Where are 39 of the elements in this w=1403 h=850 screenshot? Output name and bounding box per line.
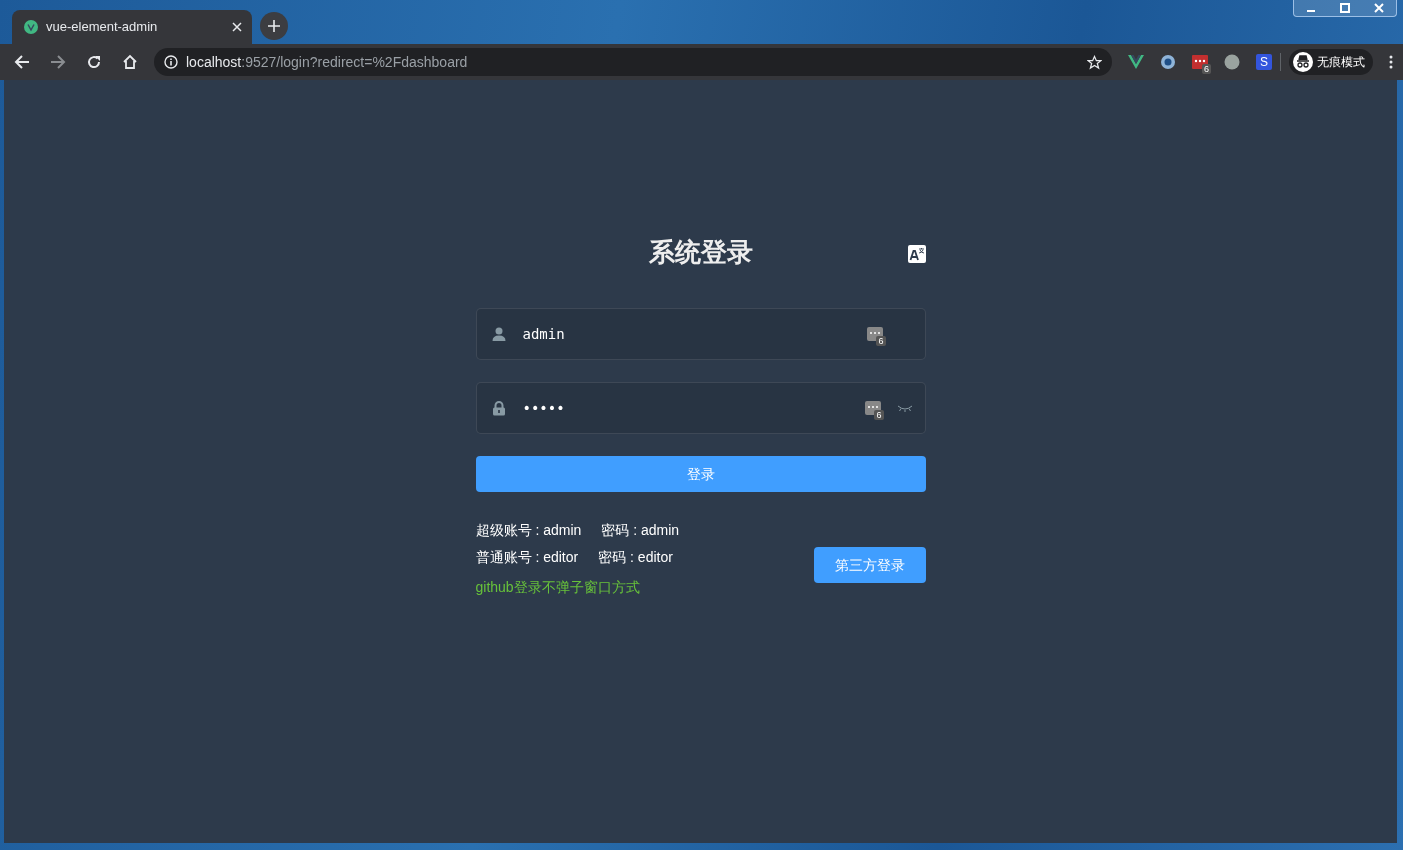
vue-extension-icon[interactable] <box>1128 55 1144 69</box>
home-icon[interactable] <box>122 54 138 70</box>
maximize-icon[interactable] <box>1340 3 1350 13</box>
translate-icon[interactable] <box>907 245 926 263</box>
autofill-badge: 6 <box>874 410 884 421</box>
reload-icon[interactable] <box>86 54 102 70</box>
browser-tab[interactable]: vue-element-admin <box>12 10 252 44</box>
password-hint: 密码 : editor <box>598 548 673 568</box>
circle-extension-icon[interactable] <box>1224 54 1240 70</box>
incognito-icon <box>1293 52 1313 72</box>
login-title: 系统登录 <box>648 237 753 269</box>
tab-title: vue-element-admin <box>46 18 159 37</box>
username-field[interactable]: admin 6 <box>475 308 926 361</box>
autofill-icon[interactable] <box>864 401 881 416</box>
ring-extension-icon[interactable] <box>1160 54 1176 70</box>
info-icon <box>164 55 178 69</box>
password-hint: 密码 : admin <box>601 521 680 541</box>
password-field[interactable]: ••••• 6 <box>475 382 926 435</box>
lock-icon <box>490 400 507 417</box>
profile-button[interactable]: 无痕模式 <box>1289 49 1373 75</box>
autofill-icon[interactable] <box>866 327 883 342</box>
vue-logo-icon <box>24 20 38 34</box>
user-icon <box>490 326 507 343</box>
back-arrow-icon[interactable] <box>14 54 30 70</box>
url-text: localhost:9527/login?redirect=%2Fdashboard <box>186 52 469 72</box>
address-bar[interactable]: localhost:9527/login?redirect=%2Fdashboard <box>154 48 1112 76</box>
account-hint: 超级账号 : admin <box>475 521 582 541</box>
extension-badge: 6 <box>1202 64 1211 74</box>
eye-closed-icon[interactable] <box>896 404 913 413</box>
new-tab-button[interactable] <box>260 12 288 40</box>
star-icon[interactable] <box>1087 54 1102 70</box>
forward-arrow-icon[interactable] <box>50 54 66 70</box>
letter-extension-icon[interactable]: S <box>1256 54 1272 70</box>
close-icon[interactable] <box>232 22 242 32</box>
autofill-badge: 6 <box>876 336 886 347</box>
menu-icon[interactable] <box>1389 55 1393 69</box>
plus-icon <box>268 20 280 32</box>
github-login-hint: github登录不弹子窗口方式 <box>475 578 641 598</box>
account-hint: 普通账号 : editor <box>475 548 579 568</box>
